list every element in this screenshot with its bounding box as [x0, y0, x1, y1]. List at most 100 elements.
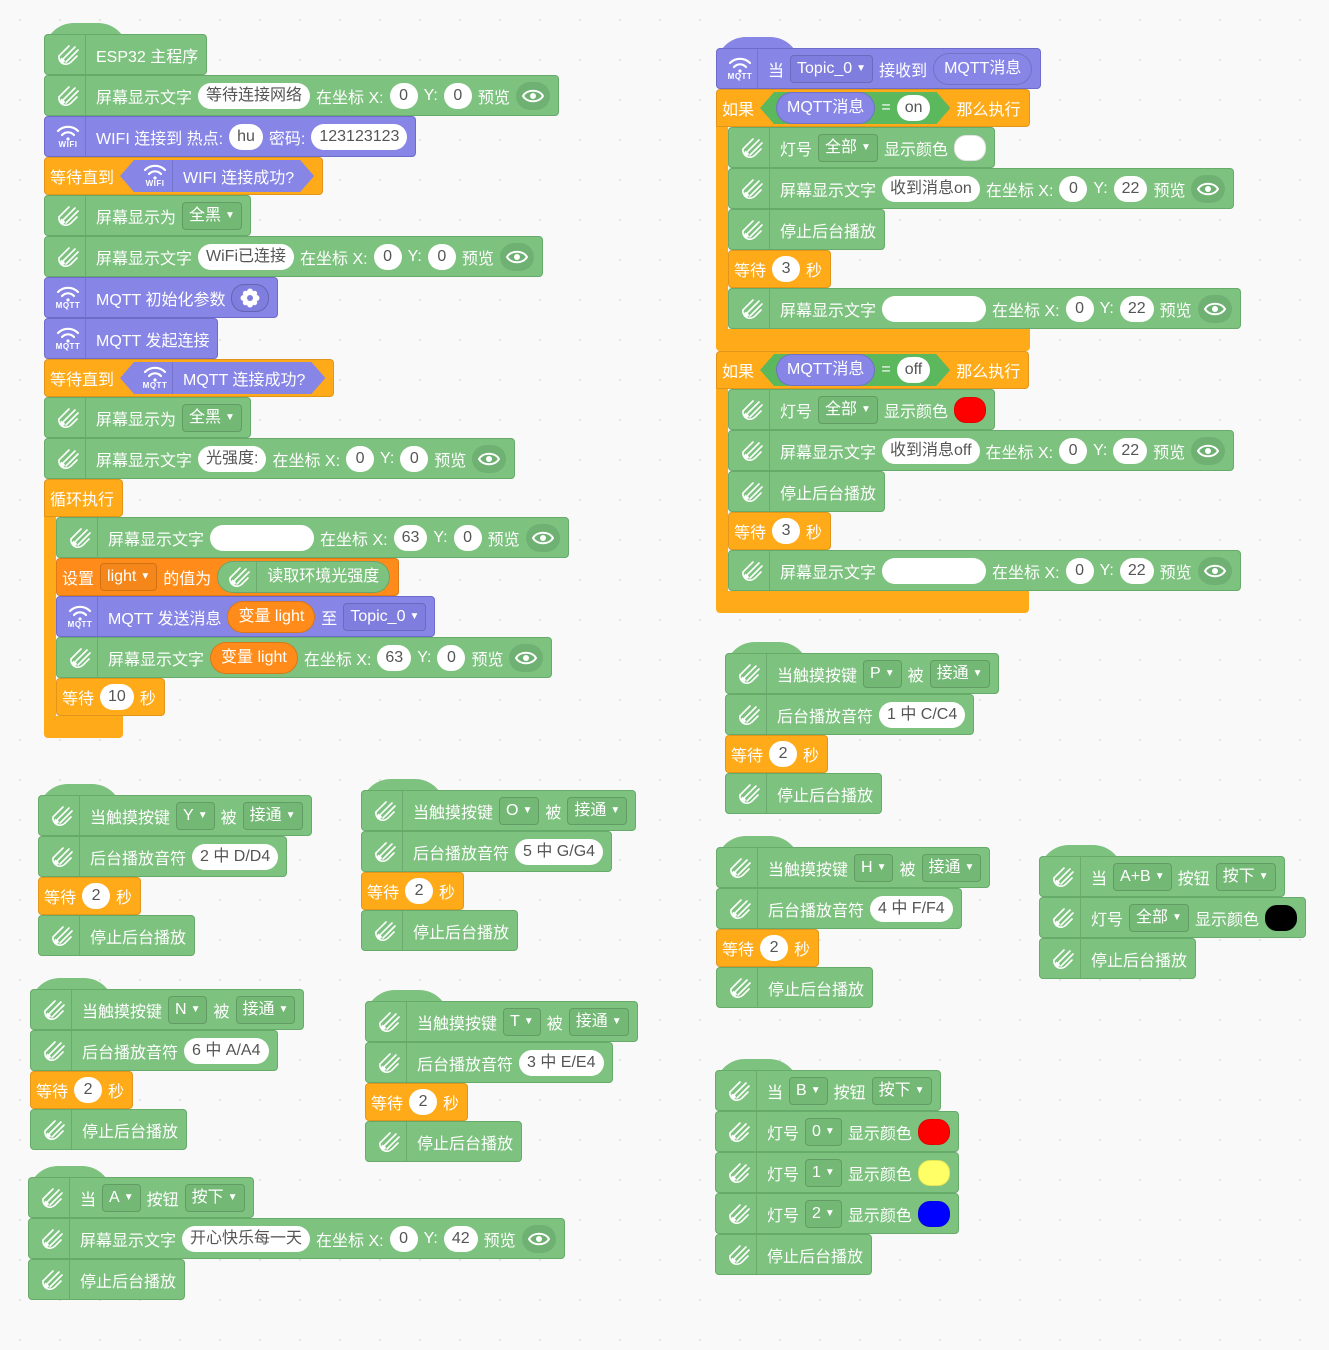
command-block[interactable]: 灯号 1 ▼ 显示颜色: [715, 1152, 959, 1193]
hat-block[interactable]: 当 A ▼ 按钮 按下 ▼: [28, 1166, 254, 1218]
command-block[interactable]: 屏幕显示文字 变量 light 在坐标 X: 63 Y: 0 预览: [56, 637, 553, 678]
command-block[interactable]: MQTT MQTT 初始化参数: [44, 277, 279, 318]
block-stack[interactable]: 当触摸按键 T ▼ 被接通 ▼ 后台播放音符 3 中 E/E4 等待 2 秒停止后台播放: [365, 989, 638, 1162]
text-input[interactable]: 2: [760, 935, 789, 961]
text-input[interactable]: [882, 557, 987, 584]
text-input[interactable]: 22: [1113, 175, 1148, 202]
dropdown[interactable]: 0 ▼: [805, 1117, 842, 1146]
command-block[interactable]: 等待 10 秒: [56, 678, 165, 716]
hat-block[interactable]: 当触摸按键 N ▼ 被接通 ▼: [30, 978, 305, 1030]
command-block[interactable]: 设置 light ▼ 的值为 读取环境光强度: [56, 558, 400, 596]
preview-eye-button[interactable]: [515, 81, 550, 110]
text-input[interactable]: [882, 295, 987, 322]
text-input[interactable]: 等待连接网络: [198, 82, 311, 109]
c-block[interactable]: 如果 MQTT消息 = off 那么执行 灯号 全部 ▼ 显示颜色 屏幕显示文字 收到消息off 在坐…: [716, 351, 1241, 613]
text-input[interactable]: 2 中 D/D4: [192, 843, 279, 870]
hat-block[interactable]: 当触摸按键 Y ▼ 被接通 ▼: [38, 784, 312, 836]
text-input[interactable]: 2: [769, 741, 798, 767]
command-block[interactable]: 后台播放音符 2 中 D/D4: [38, 836, 288, 877]
block-stack[interactable]: 当触摸按键 Y ▼ 被接通 ▼ 后台播放音符 2 中 D/D4 等待 2 秒停止后台播放: [38, 783, 312, 956]
text-input[interactable]: 0: [400, 445, 429, 472]
command-block[interactable]: 等待 3 秒: [728, 512, 832, 550]
text-input[interactable]: 42: [443, 1225, 478, 1252]
text-input[interactable]: 收到消息on: [882, 175, 980, 202]
text-input[interactable]: 0: [373, 243, 402, 270]
text-input[interactable]: 0: [443, 82, 472, 109]
dropdown[interactable]: P ▼: [863, 659, 902, 688]
preview-eye-button[interactable]: [1191, 174, 1226, 203]
block-stack[interactable]: 当触摸按键 N ▼ 被接通 ▼ 后台播放音符 6 中 A/A4 等待 2 秒停止后台播放: [30, 977, 305, 1150]
preview-eye-button[interactable]: [509, 643, 544, 672]
dropdown[interactable]: 接通 ▼: [567, 796, 628, 825]
command-block[interactable]: 等待 2 秒: [716, 929, 820, 967]
dropdown[interactable]: 2 ▼: [805, 1199, 842, 1228]
text-input[interactable]: 开心快乐每一天: [182, 1225, 311, 1252]
text-input[interactable]: hu: [229, 123, 263, 150]
c-block[interactable]: 如果 MQTT消息 = on 那么执行 灯号 全部 ▼ 显示颜色 屏幕显示文字 收到消息on 在坐标 …: [716, 89, 1241, 351]
mqtt-message-reporter[interactable]: MQTT消息: [776, 354, 875, 386]
preview-eye-button[interactable]: [472, 444, 507, 473]
dropdown[interactable]: 接通 ▼: [235, 995, 296, 1024]
preview-eye-button[interactable]: [521, 1224, 556, 1253]
text-input[interactable]: 22: [1113, 437, 1148, 464]
command-block[interactable]: 灯号 2 ▼ 显示颜色: [715, 1193, 959, 1234]
hat-block[interactable]: 当触摸按键 T ▼ 被接通 ▼: [365, 990, 638, 1042]
text-input[interactable]: 4 中 F/F4: [870, 895, 953, 922]
command-block[interactable]: 屏幕显示为 全黑 ▼: [44, 397, 251, 438]
command-block[interactable]: 灯号 0 ▼ 显示颜色: [715, 1111, 959, 1152]
text-input[interactable]: 3 中 E/E4: [519, 1049, 604, 1076]
color-picker[interactable]: [917, 1159, 950, 1186]
block-stack[interactable]: 当 B ▼ 按钮 按下 ▼ 灯号 0 ▼ 显示颜色 灯号 1 ▼ 显示颜色 灯号 2 ▼ 显示颜色 停止后台播放: [715, 1058, 959, 1275]
dropdown[interactable]: T ▼: [503, 1007, 541, 1036]
text-input[interactable]: 2: [74, 1077, 103, 1103]
command-block[interactable]: 停止后台播放: [365, 1121, 523, 1162]
text-input[interactable]: 3: [772, 518, 801, 544]
dropdown[interactable]: 接通 ▼: [568, 1007, 629, 1036]
text-input[interactable]: 0: [1065, 295, 1094, 322]
text-input[interactable]: 0: [1065, 557, 1094, 584]
text-input[interactable]: 0: [389, 82, 418, 109]
command-block[interactable]: 屏幕显示文字 收到消息off 在坐标 X: 0 Y: 22 预览: [728, 430, 1235, 471]
command-block[interactable]: 等待 2 秒: [361, 872, 465, 910]
command-block[interactable]: 等待 2 秒: [725, 735, 829, 773]
text-input[interactable]: 收到消息off: [882, 437, 980, 464]
dropdown[interactable]: Topic_0 ▼: [790, 54, 874, 83]
color-picker[interactable]: [953, 134, 986, 161]
dropdown[interactable]: N ▼: [168, 995, 208, 1024]
equals-condition[interactable]: MQTT消息 = off: [760, 354, 950, 386]
command-block[interactable]: 屏幕显示为 全黑 ▼: [44, 195, 251, 236]
dropdown[interactable]: 全黑 ▼: [182, 201, 242, 230]
dropdown[interactable]: 按下 ▼: [1215, 862, 1276, 891]
preview-eye-button[interactable]: [1197, 556, 1232, 585]
dropdown[interactable]: A ▼: [102, 1183, 141, 1212]
hat-block[interactable]: MQTT 当 Topic_0 ▼ 接收到 MQTT消息: [716, 37, 1042, 89]
color-picker[interactable]: [953, 396, 986, 423]
hat-block[interactable]: 当 B ▼ 按钮 按下 ▼: [715, 1059, 941, 1111]
text-input[interactable]: 63: [377, 644, 412, 671]
command-block[interactable]: 等待直到 WIFI WIFI 连接成功?: [44, 157, 324, 195]
text-input[interactable]: 10: [100, 684, 134, 710]
command-block[interactable]: 等待直到 MQTT MQTT 连接成功?: [44, 359, 335, 397]
dropdown[interactable]: 全部 ▼: [818, 395, 878, 424]
dropdown[interactable]: 全部 ▼: [818, 133, 878, 162]
text-input[interactable]: 0: [1059, 437, 1088, 464]
command-block[interactable]: 停止后台播放: [725, 773, 883, 814]
text-input[interactable]: 1 中 C/C4: [879, 701, 966, 728]
boolean-block[interactable]: WIFI WIFI 连接成功?: [120, 160, 314, 192]
dropdown[interactable]: Y ▼: [176, 801, 215, 830]
dropdown[interactable]: A+B ▼: [1113, 862, 1172, 891]
c-block[interactable]: 循环执行 屏幕显示文字 在坐标 X: 63 Y: 0 预览 设置 light ▼ 的值为 读取环境光强…: [44, 479, 569, 738]
command-block[interactable]: 等待 2 秒: [365, 1083, 469, 1121]
settings-button[interactable]: [231, 283, 270, 312]
hat-block[interactable]: 当触摸按键 H ▼ 被接通 ▼: [716, 836, 991, 888]
text-input[interactable]: WiFi已连接: [198, 243, 295, 270]
control-block-header[interactable]: 如果 MQTT消息 = off 那么执行: [716, 351, 1030, 389]
color-picker[interactable]: [917, 1200, 950, 1227]
hat-block[interactable]: 当 A+B ▼ 按钮 按下 ▼: [1039, 845, 1285, 897]
hat-block[interactable]: ESP32 主程序: [44, 23, 208, 75]
text-input[interactable]: 0: [346, 445, 375, 472]
command-block[interactable]: 停止后台播放: [716, 967, 874, 1008]
compare-value-input[interactable]: on: [897, 95, 931, 121]
dropdown[interactable]: 按下 ▼: [184, 1183, 245, 1212]
text-input[interactable]: 2: [405, 878, 434, 904]
